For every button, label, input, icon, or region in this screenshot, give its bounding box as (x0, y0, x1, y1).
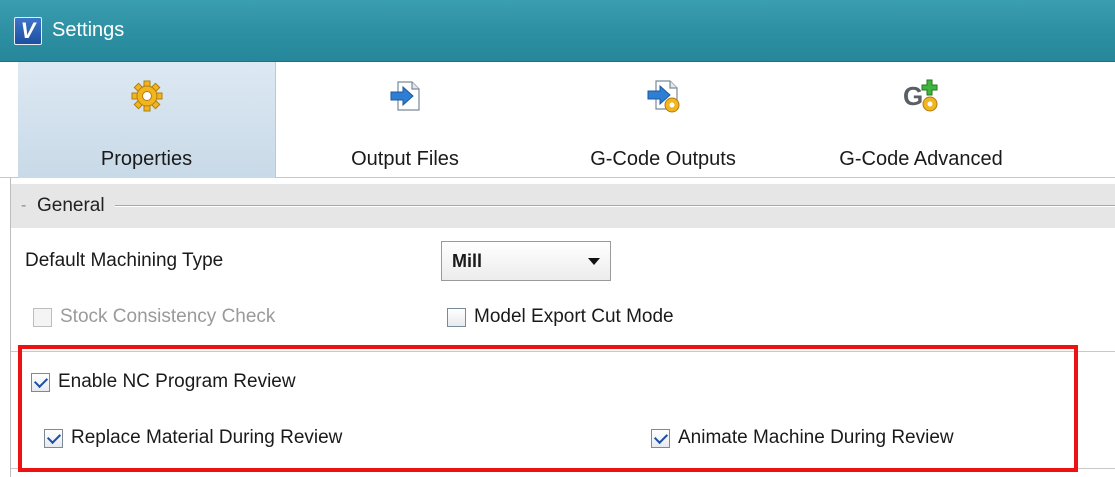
machining-type-label: Default Machining Type (25, 250, 224, 271)
window-titlebar: V Settings (0, 0, 1115, 62)
replace-material-review[interactable]: Replace Material During Review (44, 427, 342, 449)
tab-properties[interactable]: Properties (18, 62, 276, 178)
file-arrow-gear-icon (643, 76, 683, 116)
group-header-general[interactable]: - General (11, 184, 1115, 228)
replace-material-checkbox[interactable] (44, 428, 63, 448)
svg-text:G: G (903, 81, 923, 111)
section-divider (11, 351, 1115, 352)
group-title: General (37, 195, 105, 216)
window-title: Settings (52, 19, 125, 41)
tab-output-files[interactable]: Output Files (276, 62, 534, 178)
animate-machine-checkbox[interactable] (651, 428, 670, 448)
bottom-divider (11, 468, 1115, 469)
file-arrow-icon (385, 76, 425, 116)
model-export-label: Model Export Cut Mode (474, 306, 674, 327)
gear-icon (127, 76, 167, 116)
tab-output-files-label: Output Files (351, 148, 459, 170)
properties-panel: - General Default Machining Type Mill St… (10, 178, 1115, 477)
stock-consistency-label: Stock Consistency Check (60, 306, 276, 327)
nc-review-checkbox[interactable] (31, 372, 50, 392)
nc-review-label: Enable NC Program Review (58, 371, 296, 392)
replace-material-label: Replace Material During Review (71, 427, 343, 448)
machining-type-value: Mill (452, 250, 482, 271)
enable-nc-review[interactable]: Enable NC Program Review (31, 371, 296, 393)
g-plus-gear-icon: G (901, 76, 941, 116)
tab-g-code-outputs[interactable]: G-Code Outputs (534, 62, 792, 178)
tab-g-code-advanced[interactable]: G G-Code Advanced (792, 62, 1050, 178)
group-divider (114, 205, 1115, 207)
model-export-checkbox[interactable] (447, 307, 466, 327)
app-logo-icon: V (14, 16, 42, 45)
animate-machine-label: Animate Machine During Review (678, 427, 954, 448)
tab-g-code-outputs-label: G-Code Outputs (590, 148, 736, 170)
chevron-down-icon (588, 257, 600, 265)
collapse-toggle-icon[interactable]: - (21, 197, 33, 215)
animate-machine-review[interactable]: Animate Machine During Review (651, 427, 954, 449)
stock-consistency-check[interactable]: Stock Consistency Check (33, 306, 275, 328)
settings-tab-bar: Properties Output Files G-Code Outputs G… (0, 62, 1115, 178)
tab-g-code-advanced-label: G-Code Advanced (839, 148, 1003, 170)
machining-type-select[interactable]: Mill (441, 241, 611, 281)
tab-properties-label: Properties (100, 148, 193, 170)
model-export-cut-mode[interactable]: Model Export Cut Mode (447, 306, 674, 328)
stock-consistency-checkbox[interactable] (33, 307, 52, 327)
